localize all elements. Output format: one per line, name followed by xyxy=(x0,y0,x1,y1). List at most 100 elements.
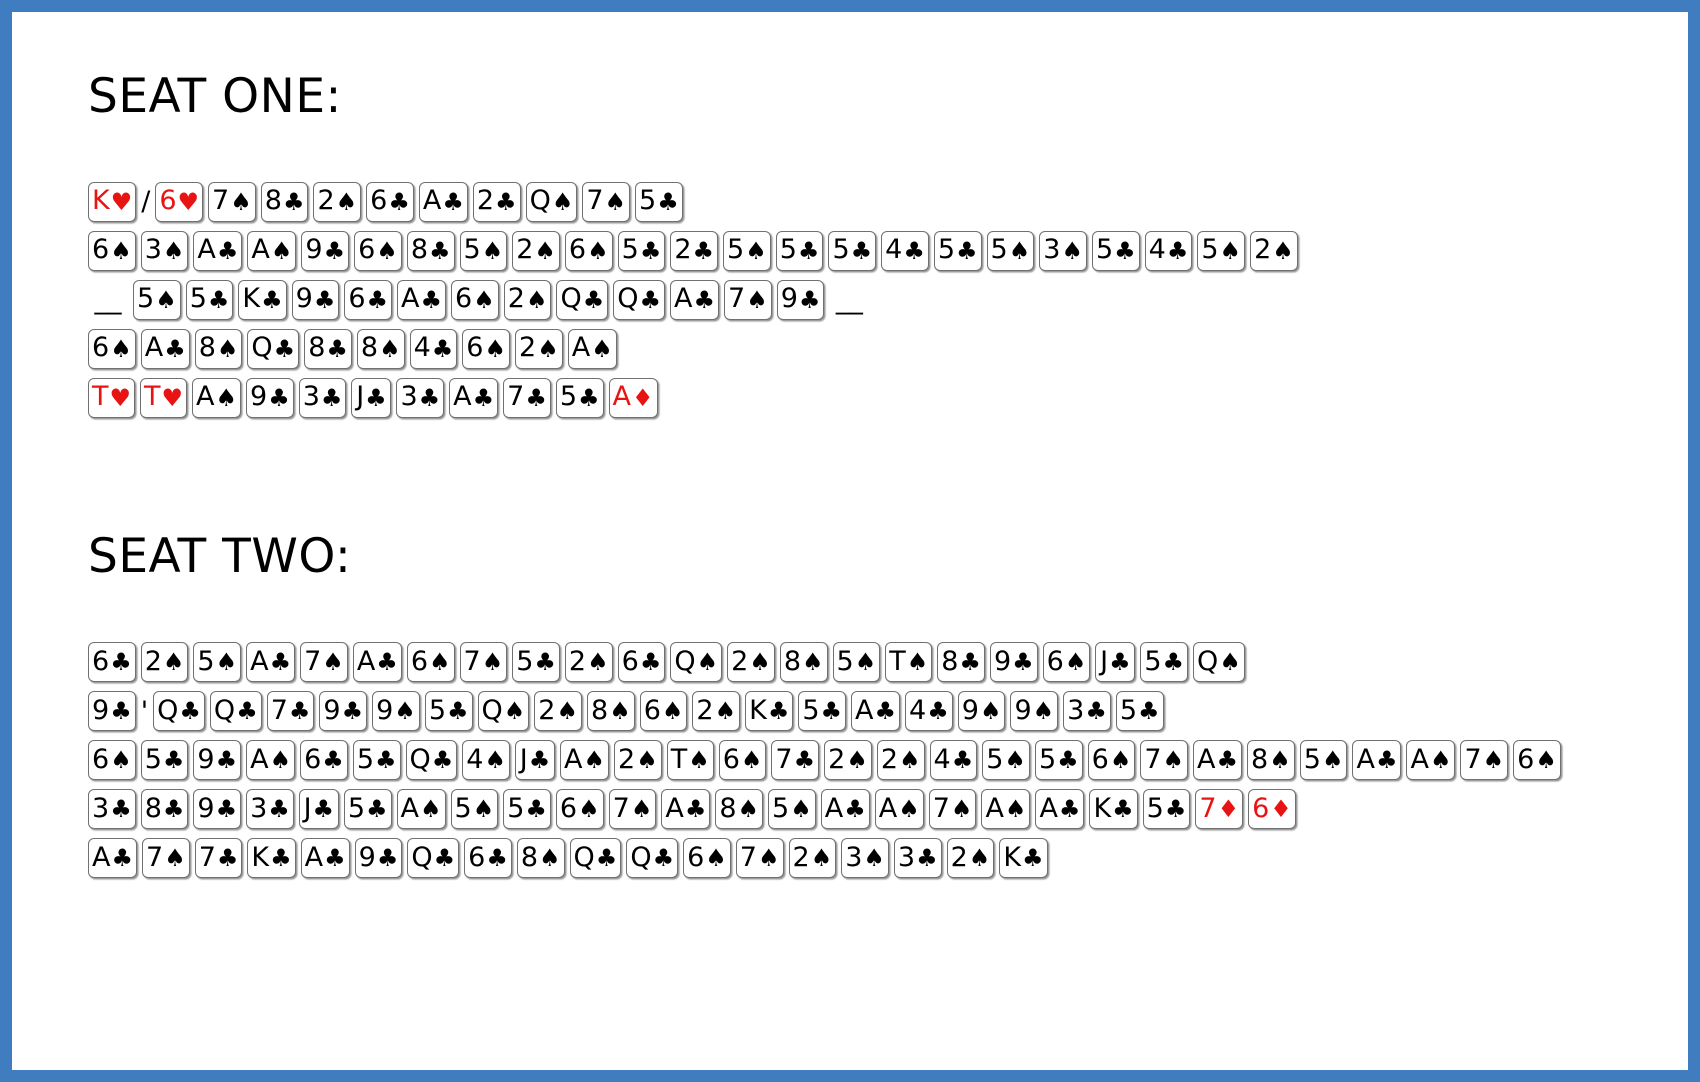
playing-card[interactable]: Q ♣ xyxy=(153,691,205,732)
playing-card[interactable]: 2 ♠ xyxy=(512,230,560,271)
playing-card[interactable]: 8 ♠ xyxy=(587,691,635,732)
playing-card[interactable]: A ♣ xyxy=(300,838,350,879)
playing-card[interactable]: A ♣ xyxy=(88,838,137,879)
playing-card[interactable]: A ♣ xyxy=(418,181,468,222)
playing-card[interactable]: 8 ♠ xyxy=(715,789,764,830)
playing-card[interactable]: Q ♠ xyxy=(477,691,530,732)
playing-card[interactable]: 4 ♣ xyxy=(905,691,953,732)
playing-card[interactable]: 8 ♠ xyxy=(194,328,243,369)
playing-card[interactable]: 7 ♠ xyxy=(459,642,508,683)
playing-card[interactable]: 6 ♥ xyxy=(155,181,204,222)
playing-card[interactable]: A ♦ xyxy=(608,377,658,418)
playing-card[interactable]: 5 ♠ xyxy=(986,230,1035,271)
playing-card[interactable]: 6 ♠ xyxy=(683,838,731,879)
playing-card[interactable]: 7 ♦ xyxy=(1195,789,1244,830)
playing-card[interactable]: 9 ♣ xyxy=(193,740,242,781)
playing-card[interactable]: J ♣ xyxy=(298,789,339,830)
playing-card[interactable]: 8 ♠ xyxy=(1247,740,1295,781)
playing-card[interactable]: 6 ♦ xyxy=(1248,789,1296,830)
playing-card[interactable]: 5 ♠ xyxy=(193,642,242,683)
playing-card[interactable]: K ♣ xyxy=(238,279,287,320)
playing-card[interactable]: A ♣ xyxy=(449,377,499,418)
playing-card[interactable]: 3 ♣ xyxy=(88,789,136,830)
playing-card[interactable]: 9 ♣ xyxy=(319,691,368,732)
playing-card[interactable]: 5 ♣ xyxy=(1034,740,1083,781)
playing-card[interactable]: 9 ♠ xyxy=(1010,691,1059,732)
playing-card[interactable]: 5 ♠ xyxy=(459,230,508,271)
playing-card[interactable]: A ♠ xyxy=(1406,740,1456,781)
playing-card[interactable]: 7 ♠ xyxy=(208,181,256,222)
playing-card[interactable]: K ♣ xyxy=(247,838,296,879)
playing-card[interactable]: 9 ♣ xyxy=(246,377,294,418)
playing-card[interactable]: 2 ♠ xyxy=(788,838,837,879)
playing-card[interactable]: 4 ♠ xyxy=(462,740,510,781)
playing-card[interactable]: 2 ♠ xyxy=(692,691,741,732)
playing-card[interactable]: 7 ♣ xyxy=(771,740,820,781)
playing-card[interactable]: 2 ♠ xyxy=(313,181,362,222)
playing-card[interactable]: A ♣ xyxy=(246,642,296,683)
playing-card[interactable]: T ♠ xyxy=(666,740,714,781)
playing-card[interactable]: 3 ♣ xyxy=(298,377,347,418)
playing-card[interactable]: K ♣ xyxy=(1089,789,1138,830)
playing-card[interactable]: 4 ♣ xyxy=(881,230,929,271)
playing-card[interactable]: 7 ♠ xyxy=(1460,740,1509,781)
playing-card[interactable]: 6 ♠ xyxy=(1087,740,1136,781)
playing-card[interactable]: 2 ♠ xyxy=(515,328,563,369)
playing-card[interactable]: 2 ♣ xyxy=(472,181,521,222)
playing-card[interactable]: 8 ♣ xyxy=(406,230,455,271)
playing-card[interactable]: 6 ♣ xyxy=(366,181,414,222)
playing-card[interactable]: 6 ♠ xyxy=(639,691,688,732)
playing-card[interactable]: 2 ♣ xyxy=(670,230,719,271)
playing-card[interactable]: Q ♠ xyxy=(525,181,578,222)
playing-card[interactable]: T ♠ xyxy=(885,642,933,683)
playing-card[interactable]: 9 ♣ xyxy=(989,642,1038,683)
playing-card[interactable]: 5 ♠ xyxy=(450,789,499,830)
playing-card[interactable]: 8 ♣ xyxy=(937,642,985,683)
playing-card[interactable]: 9 ♣ xyxy=(301,230,350,271)
playing-card[interactable]: 6 ♠ xyxy=(1513,740,1561,781)
playing-card[interactable]: 5 ♣ xyxy=(555,377,604,418)
playing-card[interactable]: 5 ♣ xyxy=(828,230,877,271)
playing-card[interactable]: Q ♠ xyxy=(670,642,723,683)
playing-card[interactable]: 6 ♠ xyxy=(451,279,499,320)
playing-card[interactable]: 6 ♠ xyxy=(406,642,455,683)
playing-card[interactable]: 5 ♠ xyxy=(982,740,1030,781)
playing-card[interactable]: A ♣ xyxy=(670,279,720,320)
playing-card[interactable]: A ♠ xyxy=(246,740,296,781)
playing-card[interactable]: 7 ♠ xyxy=(1140,740,1189,781)
playing-card[interactable]: 5 ♣ xyxy=(424,691,473,732)
playing-card[interactable]: 6 ♣ xyxy=(344,279,393,320)
playing-card[interactable]: J ♣ xyxy=(515,740,555,781)
playing-card[interactable]: 5 ♣ xyxy=(798,691,847,732)
playing-card[interactable]: 7 ♣ xyxy=(194,838,243,879)
playing-card[interactable]: 5 ♣ xyxy=(635,181,683,222)
playing-card[interactable]: 6 ♠ xyxy=(88,328,136,369)
playing-card[interactable]: 2 ♠ xyxy=(1250,230,1298,271)
playing-card[interactable]: 5 ♠ xyxy=(832,642,881,683)
playing-card[interactable]: A ♣ xyxy=(1193,740,1243,781)
playing-card[interactable]: Q ♣ xyxy=(247,328,300,369)
playing-card[interactable]: Q ♣ xyxy=(613,279,666,320)
playing-card[interactable]: K ♣ xyxy=(745,691,794,732)
playing-card[interactable]: 7 ♣ xyxy=(266,691,315,732)
playing-card[interactable]: Q ♣ xyxy=(569,838,622,879)
playing-card[interactable]: 3 ♣ xyxy=(396,377,445,418)
playing-card[interactable]: 2 ♠ xyxy=(946,838,995,879)
playing-card[interactable]: T ♥ xyxy=(88,377,136,418)
playing-card[interactable]: 6 ♠ xyxy=(564,230,613,271)
playing-card[interactable]: 5 ♣ xyxy=(617,230,666,271)
playing-card[interactable]: 6 ♣ xyxy=(617,642,666,683)
playing-card[interactable]: 5 ♠ xyxy=(133,279,181,320)
playing-card[interactable]: 2 ♠ xyxy=(614,740,662,781)
playing-card[interactable]: 5 ♣ xyxy=(1091,230,1140,271)
playing-card[interactable]: 8 ♠ xyxy=(516,838,565,879)
playing-card[interactable]: 6 ♠ xyxy=(354,230,402,271)
playing-card[interactable]: Q ♣ xyxy=(626,838,679,879)
playing-card[interactable]: A ♣ xyxy=(397,279,447,320)
playing-card[interactable]: 3 ♣ xyxy=(246,789,294,830)
playing-card[interactable]: 5 ♣ xyxy=(1142,789,1191,830)
playing-card[interactable]: 6 ♣ xyxy=(300,740,348,781)
playing-card[interactable]: A ♣ xyxy=(1035,789,1085,830)
playing-card[interactable]: 9 ♠ xyxy=(372,691,420,732)
playing-card[interactable]: 5 ♣ xyxy=(512,642,560,683)
